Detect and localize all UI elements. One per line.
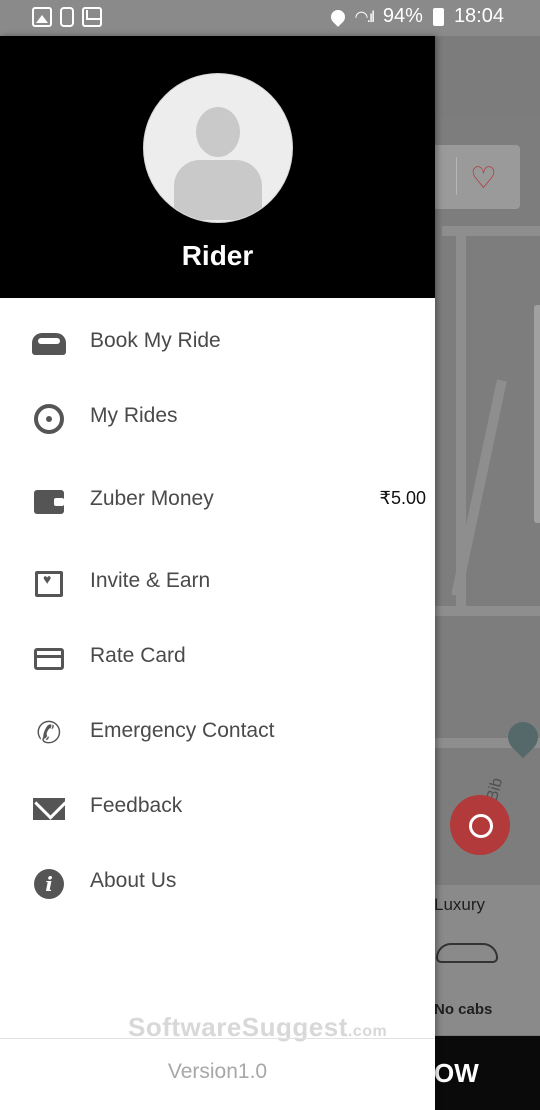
- menu-item-label: Book My Ride: [90, 329, 221, 352]
- menu-item-zuber-money[interactable]: Zuber Money ₹5.00: [0, 472, 435, 532]
- mail-notification-icon: [82, 7, 102, 27]
- status-bar: ◠.ıl 94% 18:04: [0, 0, 540, 36]
- phone-icon: ✆: [36, 717, 62, 750]
- info-icon: i: [30, 866, 68, 902]
- taxi-icon: [30, 326, 68, 362]
- drawer-header: Rider: [0, 36, 435, 298]
- map-road: [434, 606, 540, 616]
- menu-item-label: Emergency Contact: [90, 719, 275, 742]
- version-label: Version1.0: [167, 1060, 268, 1083]
- menu-item-feedback[interactable]: Feedback: [0, 779, 435, 839]
- battery-icon: [432, 7, 444, 26]
- menu-item-book-my-ride[interactable]: Book My Ride: [0, 314, 435, 374]
- heart-icon[interactable]: ♡: [470, 161, 497, 196]
- notification-icons: [32, 7, 102, 27]
- menu-item-label: My Rides: [90, 404, 178, 427]
- menu-item-label: Invite & Earn: [90, 569, 211, 592]
- menu-item-label: Rate Card: [90, 644, 186, 667]
- steering-wheel-icon: [30, 401, 68, 437]
- menu-item-invite-earn[interactable]: Invite & Earn: [0, 554, 435, 614]
- car-icon: [436, 943, 498, 963]
- book-now-label: OW: [434, 1058, 479, 1088]
- clock: 18:04: [453, 5, 504, 27]
- image-notification-icon: [32, 7, 52, 27]
- divider: [456, 157, 457, 195]
- menu-item-emergency-contact[interactable]: ✆ Emergency Contact: [0, 704, 435, 764]
- car-type-panel[interactable]: Luxury No cabs: [434, 885, 540, 1035]
- avatar-body: [174, 160, 262, 220]
- my-location-button[interactable]: [450, 795, 510, 855]
- user-name: Rider: [181, 240, 254, 271]
- avatar-head: [196, 107, 240, 157]
- menu-item-label: Feedback: [90, 794, 183, 817]
- location-icon: [327, 6, 348, 27]
- favorites-card[interactable]: ♡: [434, 145, 520, 209]
- book-now-button[interactable]: OW: [434, 1036, 540, 1110]
- car-category-label: Luxury: [434, 895, 486, 914]
- gift-icon: [30, 566, 68, 602]
- avatar[interactable]: [143, 73, 293, 223]
- menu-item-about-us[interactable]: i About Us: [0, 854, 435, 914]
- menu-item-label: About Us: [90, 869, 177, 892]
- menu-item-label: Zuber Money: [90, 487, 214, 510]
- car-availability: No cabs: [434, 1001, 493, 1018]
- battery-percent: 94%: [382, 5, 423, 27]
- wifi-signal-icon: ◠.ıl: [354, 8, 375, 26]
- mail-icon: [30, 791, 68, 827]
- app-notification-icon: [60, 7, 74, 27]
- wallet-icon: [30, 484, 68, 520]
- side-handle[interactable]: [534, 305, 540, 523]
- navigation-drawer: Rider Book My Ride My Rides Zuber Money …: [0, 36, 435, 1110]
- rate-card-icon: [30, 641, 68, 677]
- menu-item-my-rides[interactable]: My Rides: [0, 389, 435, 449]
- wallet-balance: ₹5.00: [379, 488, 427, 508]
- divider: [0, 1038, 435, 1039]
- menu-item-rate-card[interactable]: Rate Card: [0, 629, 435, 689]
- system-indicators: ◠.ıl 94% 18:04: [327, 5, 504, 28]
